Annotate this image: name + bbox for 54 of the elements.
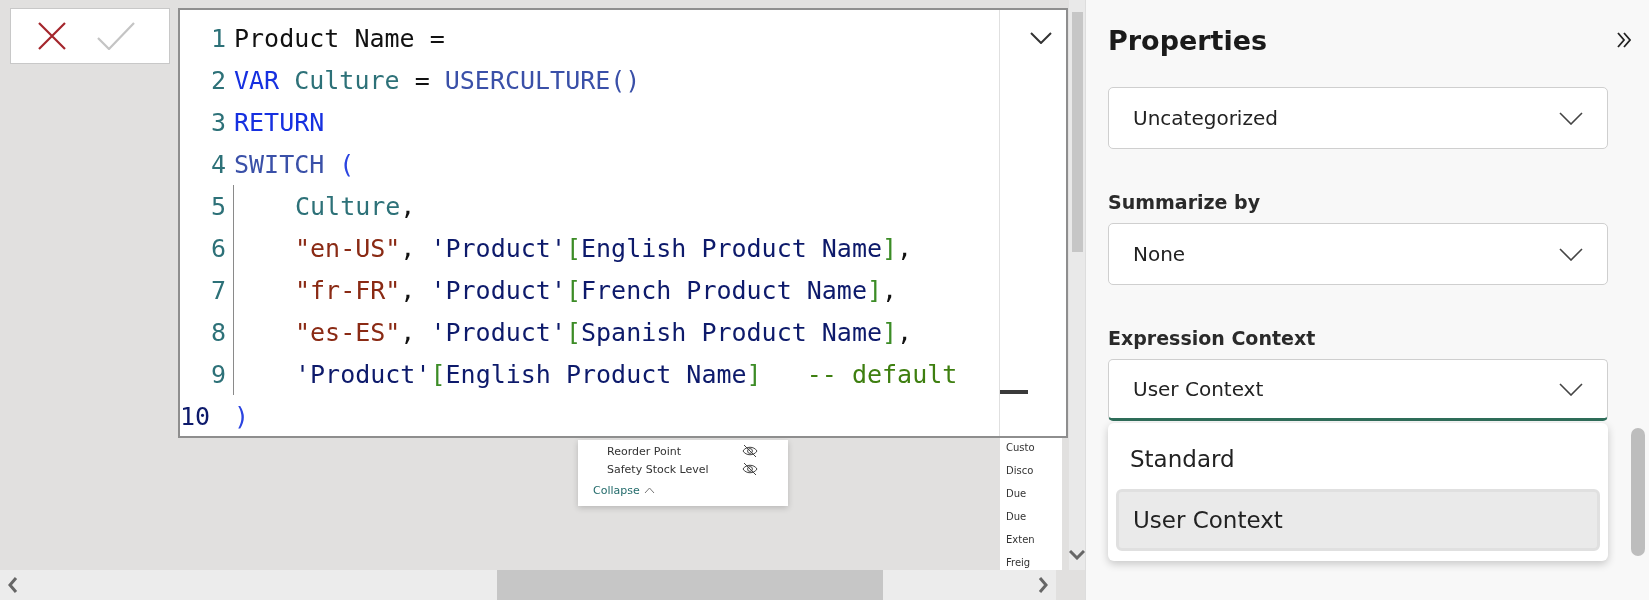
minimap-viewport-marker bbox=[1000, 390, 1028, 394]
code-line: Culture, bbox=[295, 190, 416, 223]
line-number: 6 bbox=[209, 233, 227, 263]
line-number: 10 bbox=[180, 401, 212, 431]
line-number: 7 bbox=[209, 275, 227, 305]
chevron-up-icon bbox=[643, 487, 655, 494]
chevron-down-icon[interactable] bbox=[1030, 32, 1052, 44]
dropdown[interactable]: None bbox=[1108, 223, 1608, 285]
panel-title: Properties bbox=[1108, 24, 1268, 56]
field-name[interactable]: Due bbox=[1006, 505, 1062, 528]
field-name[interactable]: Due bbox=[1006, 482, 1062, 505]
vertical-scrollbar[interactable] bbox=[1069, 0, 1085, 570]
code-line: SWITCH ( bbox=[234, 148, 355, 181]
dropdown-option[interactable]: Standard bbox=[1116, 429, 1600, 489]
close-icon bbox=[37, 21, 67, 51]
line-number: 3 bbox=[209, 107, 227, 137]
scrollbar-thumb[interactable] bbox=[497, 570, 883, 600]
dropdown[interactable]: Uncategorized bbox=[1108, 87, 1608, 149]
scrollbar-thumb[interactable] bbox=[1072, 12, 1083, 252]
code-line: 'Product'[English Product Name] -- default bbox=[295, 358, 958, 391]
field-label: Summarize by bbox=[1108, 191, 1262, 213]
field-name: Reorder Point bbox=[607, 444, 682, 458]
field-label: Expression Context bbox=[1108, 327, 1317, 349]
code-line: ) bbox=[234, 400, 250, 433]
code-editor[interactable] bbox=[178, 8, 1068, 438]
code-line: "en-US", 'Product'[English Product Name], bbox=[295, 232, 913, 265]
chevron-down-icon bbox=[1559, 247, 1583, 261]
code-line: "es-ES", 'Product'[Spanish Product Name], bbox=[295, 316, 913, 349]
horizontal-scrollbar[interactable] bbox=[0, 570, 1056, 600]
line-number: 1 bbox=[209, 23, 227, 53]
panel-scrollbar-thumb[interactable] bbox=[1631, 428, 1645, 556]
chevron-down-icon bbox=[1559, 111, 1583, 125]
field-name[interactable]: Freig bbox=[1006, 551, 1062, 570]
dropdown[interactable]: User Context bbox=[1108, 359, 1608, 421]
eye-slash-icon[interactable] bbox=[742, 444, 758, 458]
eye-slash-icon[interactable] bbox=[742, 462, 758, 476]
field-name: Safety Stock Level bbox=[607, 462, 709, 476]
code-line: "fr-FR", 'Product'[French Product Name], bbox=[295, 274, 898, 307]
line-number: 9 bbox=[209, 359, 227, 389]
collapse-panel-icon[interactable] bbox=[1617, 32, 1631, 48]
line-number: 5 bbox=[209, 191, 227, 221]
field-name[interactable]: Disco bbox=[1006, 459, 1062, 482]
chevron-down-icon bbox=[1559, 382, 1583, 396]
code-line: RETURN bbox=[234, 106, 325, 139]
dropdown-option[interactable]: User Context bbox=[1116, 489, 1600, 551]
line-number: 4 bbox=[209, 149, 227, 179]
field-name[interactable]: Exten bbox=[1006, 528, 1062, 551]
code-line: Product Name = bbox=[234, 22, 445, 55]
collapse-link[interactable]: Collapse bbox=[593, 484, 655, 497]
line-number: 2 bbox=[209, 65, 227, 95]
code-line: VAR Culture = USERCULTURE() bbox=[234, 64, 641, 97]
line-number: 8 bbox=[209, 317, 227, 347]
checkmark-icon bbox=[97, 22, 135, 50]
field-name[interactable]: Custo bbox=[1006, 436, 1062, 459]
